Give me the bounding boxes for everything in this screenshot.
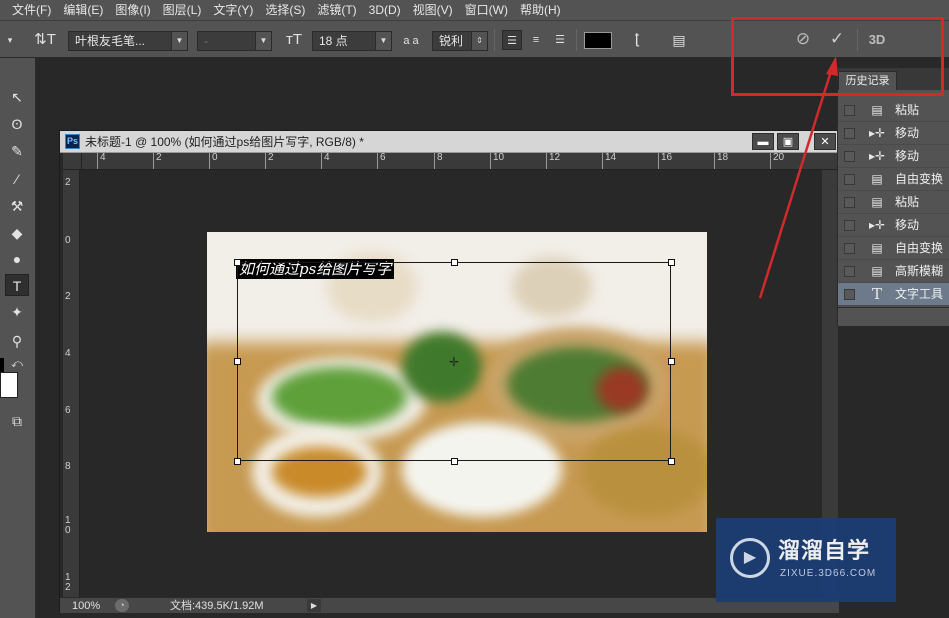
play-logo-icon: ▶ [730, 538, 770, 578]
annotation-arrow-line [758, 67, 834, 299]
annotation-arrow-head [826, 56, 838, 76]
watermark: ▶ 溜溜自学 ZIXUE.3D66.COM [716, 518, 896, 602]
watermark-url: ZIXUE.3D66.COM [780, 568, 877, 579]
watermark-title: 溜溜自学 [778, 538, 871, 563]
